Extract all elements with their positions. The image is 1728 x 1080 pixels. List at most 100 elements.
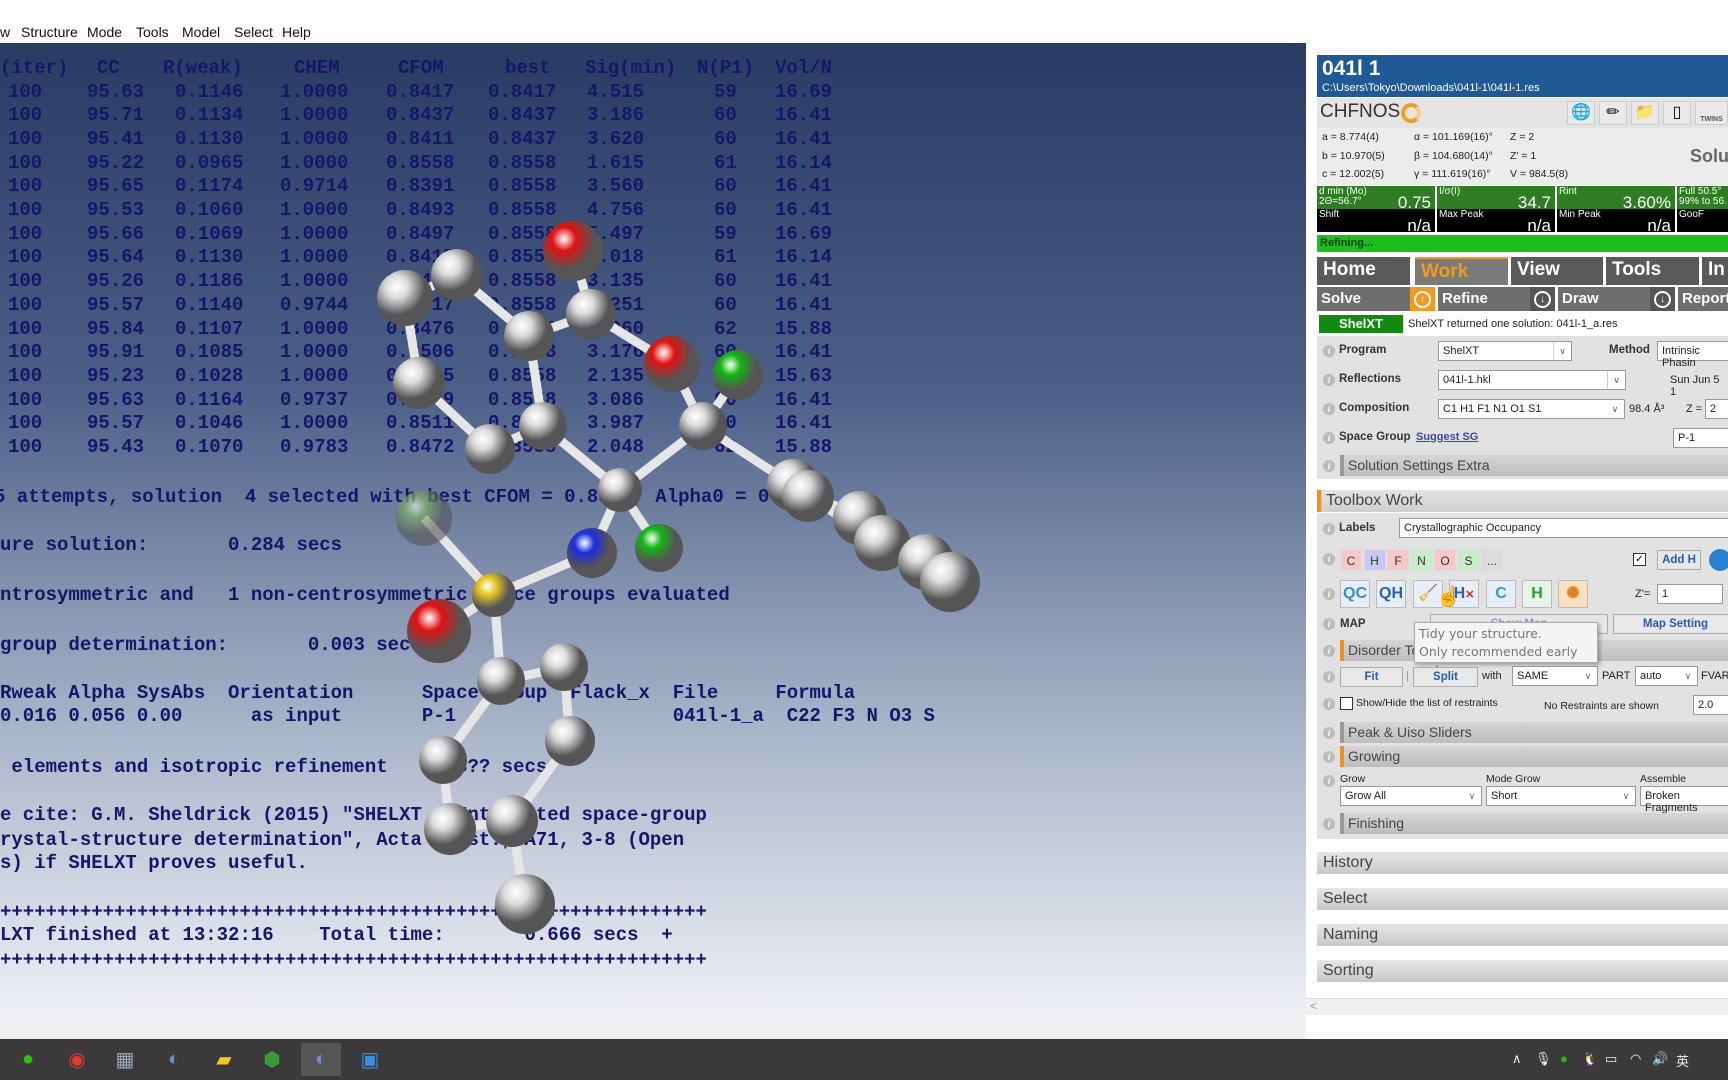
subtab-refine[interactable]: Refine	[1438, 287, 1530, 311]
photos-icon[interactable]: ▣	[350, 1043, 390, 1076]
molecule-model[interactable]	[0, 43, 1306, 1015]
composition-select[interactable]: C1 H1 F1 N1 O1 S1 ∨	[1438, 399, 1625, 419]
olex-edit-icon[interactable]: 🌐	[1567, 101, 1595, 125]
atom-f[interactable]	[635, 524, 683, 572]
history-section[interactable]: History	[1317, 852, 1728, 874]
space-group-field[interactable]: P-1	[1673, 428, 1728, 448]
subtab-draw[interactable]: Draw	[1558, 287, 1650, 311]
assemble-select[interactable]: Broken Fragments	[1640, 786, 1728, 814]
info-icon[interactable]: i	[1323, 374, 1335, 386]
element-button-s[interactable]: S	[1457, 549, 1480, 571]
input-method[interactable]: 英	[1676, 1051, 1689, 1070]
atom-o[interactable]	[644, 336, 700, 392]
wechat-tray-icon[interactable]: ●	[1560, 1051, 1568, 1066]
growing-header[interactable]: Growing	[1340, 746, 1728, 767]
method-field[interactable]: Intrinsic Phasin	[1657, 341, 1728, 369]
refresh-q-icon[interactable]: C	[1486, 580, 1516, 608]
naming-section[interactable]: Naming	[1317, 924, 1728, 946]
atom-c[interactable]	[598, 468, 642, 512]
info-icon[interactable]: i	[1323, 727, 1335, 739]
element-button-c[interactable]: C	[1340, 549, 1362, 571]
info-icon[interactable]: i	[1323, 751, 1335, 763]
atom-c[interactable]	[477, 657, 525, 705]
menu-select[interactable]: Select	[234, 24, 273, 40]
element-button-o[interactable]: O	[1434, 549, 1456, 571]
tab-view[interactable]: View	[1511, 257, 1603, 285]
draw-expand-icon[interactable]: ↓	[1650, 287, 1675, 311]
wifi-icon[interactable]: ◠	[1630, 1051, 1641, 1067]
menu-tools[interactable]: Tools	[136, 24, 169, 40]
menu-mode[interactable]: Mode	[87, 24, 122, 40]
subtab-solve[interactable]: Solve	[1317, 287, 1410, 311]
folder-icon[interactable]: 📁	[1631, 101, 1659, 125]
menu-view[interactable]: w	[0, 24, 10, 40]
select-section[interactable]: Select	[1317, 888, 1728, 910]
atom-c[interactable]	[377, 270, 433, 326]
add-h-checkbox[interactable]: ✓	[1633, 553, 1646, 566]
solve-collapse-icon[interactable]: ↑	[1410, 287, 1435, 311]
finishing-header[interactable]: Finishing	[1340, 813, 1728, 834]
atom-f[interactable]	[713, 350, 763, 400]
sorting-section[interactable]: Sorting	[1317, 960, 1728, 982]
program-select[interactable]: ShelXT ∨	[1438, 341, 1572, 361]
tray-chevron-icon[interactable]: ∧	[1512, 1051, 1522, 1067]
twins-icon[interactable]: TWINS	[1695, 101, 1728, 125]
file-explorer-icon[interactable]: ▰	[204, 1043, 244, 1076]
horizontal-scrollbar[interactable]: <	[1306, 998, 1728, 1015]
part-select[interactable]: auto ∨	[1635, 666, 1698, 686]
structure-viewer[interactable]: (iter) CC R(weak) CHEM CFOM best Sig(min) N(P1)…	[0, 43, 1306, 1015]
restraint-value-field[interactable]: 2.0	[1693, 695, 1728, 715]
atom-c[interactable]	[393, 357, 445, 409]
atom-c[interactable]	[679, 402, 727, 450]
olex2-active-icon[interactable]: ◐	[301, 1043, 341, 1076]
restraints-toggle-label[interactable]: Show/Hide the list of restraints	[1356, 697, 1498, 709]
mode-grow-select[interactable]: Short ∨	[1486, 786, 1636, 806]
atom-c[interactable]	[486, 795, 538, 847]
grow-select[interactable]: Grow All ∨	[1340, 786, 1482, 806]
tab-tools[interactable]: Tools	[1606, 257, 1699, 285]
wechat-icon[interactable]: ●	[8, 1043, 48, 1076]
center-icon[interactable]: ✺	[1558, 580, 1588, 608]
info-icon[interactable]: i	[1323, 775, 1335, 787]
z-prime-field[interactable]: 1	[1657, 584, 1723, 604]
info-icon[interactable]: i	[1323, 645, 1335, 657]
tab-home[interactable]: Home	[1317, 257, 1410, 285]
z-field[interactable]: 2	[1705, 399, 1728, 419]
subtab-report[interactable]: Report	[1678, 287, 1728, 311]
atom-c[interactable]	[920, 552, 980, 612]
info-icon[interactable]: i	[1323, 403, 1335, 415]
peak-uiso-sliders-header[interactable]: Peak & Uiso Sliders	[1340, 722, 1728, 743]
atom-c[interactable]	[495, 874, 555, 934]
add-h-button[interactable]: Add H	[1657, 550, 1701, 570]
battery-icon[interactable]: ▭	[1605, 1051, 1617, 1067]
tab-info[interactable]: In	[1702, 257, 1728, 285]
info-icon[interactable]: i	[1323, 818, 1335, 830]
calculator-icon[interactable]: ▦	[105, 1043, 145, 1076]
split-button[interactable]: Split	[1413, 667, 1478, 687]
info-icon[interactable]: i	[1323, 588, 1335, 600]
solution-settings-extra-header[interactable]: Solution Settings Extra	[1340, 455, 1728, 476]
qq-icon[interactable]: 🐧	[1582, 1051, 1598, 1067]
info-icon[interactable]: i	[1323, 671, 1335, 683]
atom-n[interactable]	[567, 528, 617, 578]
info-icon[interactable]: i	[1323, 698, 1335, 710]
info-icon[interactable]: i	[1323, 618, 1335, 630]
suggest-sg-link[interactable]: Suggest SG	[1416, 431, 1478, 443]
restraint-select[interactable]: SAME ∨	[1512, 666, 1598, 686]
tab-work[interactable]: Work	[1415, 257, 1508, 285]
atom-c[interactable]	[540, 643, 588, 691]
fit-button[interactable]: Fit	[1340, 667, 1403, 687]
info-icon[interactable]: i	[1323, 553, 1335, 565]
atom-c[interactable]	[566, 289, 616, 339]
atom-c[interactable]	[519, 402, 567, 450]
menu-structure[interactable]: Structure	[21, 24, 78, 40]
chemdraw-icon[interactable]: ⬢	[252, 1043, 292, 1076]
atom-c[interactable]	[545, 716, 595, 766]
atom-c[interactable]	[465, 424, 515, 474]
labels-field[interactable]: Crystallographic Occupancy	[1399, 518, 1728, 538]
q-to-h-icon[interactable]: QH	[1376, 580, 1406, 608]
notepad-icon[interactable]: ▯	[1663, 101, 1691, 125]
atom-c[interactable]	[424, 803, 476, 855]
pencil-icon[interactable]: ✏	[1599, 101, 1627, 125]
element-button-n[interactable]: N	[1410, 549, 1433, 571]
